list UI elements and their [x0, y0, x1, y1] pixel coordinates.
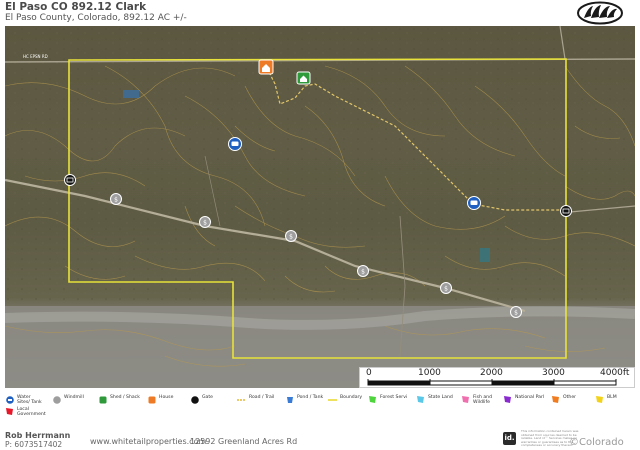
svg-text:$: $: [361, 269, 365, 276]
windmill-icon: [52, 395, 61, 404]
local-government-icon: [5, 407, 14, 416]
forest-service-icon: [368, 395, 377, 404]
pond: [123, 90, 139, 98]
shed-icon[interactable]: [296, 71, 311, 85]
windmill-icon[interactable]: $: [199, 216, 211, 228]
water-tank-icon: [5, 395, 14, 404]
legend-item-water-tank: Water Sites/ Tank: [5, 395, 43, 405]
legend-item-boundary: Boundary: [328, 395, 362, 404]
scale-bar: 0 1000 2000 3000 4000ft: [359, 367, 635, 388]
svg-text:$: $: [444, 286, 448, 293]
scale-label: 4000ft: [600, 368, 630, 378]
map-canvas[interactable]: HC EPSN RD $ $ $ $ $ $: [5, 26, 635, 388]
legend-item-road-trail: Road / Trail: [237, 395, 274, 404]
legend-item-windmill: Windmill: [52, 395, 84, 404]
svg-text:$: $: [514, 310, 518, 317]
water-tank-icon[interactable]: [467, 196, 481, 210]
land-id-logo: id.: [503, 432, 516, 445]
national-park-icon: [503, 395, 512, 404]
legend-item-other: Other: [551, 395, 576, 404]
shed-icon: [98, 395, 107, 404]
agent-phone: P: 6073517402: [5, 440, 63, 449]
gate-icon[interactable]: [560, 205, 572, 217]
windmill-icon[interactable]: $: [110, 193, 122, 205]
legend-item-state-land: State Land: [416, 395, 453, 404]
boundary-icon: [328, 395, 337, 404]
scale-label: 1000: [418, 368, 441, 378]
windmill-icon[interactable]: $: [510, 306, 522, 318]
pond: [480, 248, 490, 262]
scale-label: 3000: [542, 368, 565, 378]
gate-icon: [190, 395, 199, 404]
page-subtitle: El Paso County, Colorado, 892.12 AC +/-: [5, 13, 187, 23]
other-icon: [551, 395, 560, 404]
terrain-texture: [5, 26, 635, 306]
legend-item-gate: Gate: [190, 395, 213, 404]
road-label: HC EPSN RD: [23, 54, 48, 59]
svg-text:$: $: [289, 234, 293, 241]
map-legend: Water Sites/ Tank Windmill Shed / Shack …: [5, 392, 635, 422]
satellite-map[interactable]: HC EPSN RD $ $ $ $ $ $ 0 1000 2000 3000 …: [5, 26, 635, 388]
website-link[interactable]: www.whitetailproperties.com: [90, 437, 206, 446]
windmill-icon[interactable]: $: [357, 265, 369, 277]
legend-item-blm: BLM: [595, 395, 617, 404]
gate-icon[interactable]: [64, 174, 76, 186]
page-title: El Paso CO 892.12 Clark: [5, 1, 147, 13]
windmill-icon[interactable]: $: [285, 230, 297, 242]
legend-item-pond: Pond / Tank: [285, 395, 323, 404]
legend-item-national-park: National Parl: [503, 395, 544, 404]
legend-item-fish-wildlife: Fish and Wildlife: [461, 395, 495, 405]
legend-item-local-government: Local Government: [5, 407, 46, 417]
water-tank-icon[interactable]: [228, 137, 242, 151]
legend-item-house: House: [147, 395, 173, 404]
svg-text:$: $: [203, 220, 207, 227]
scale-label: 2000: [480, 368, 503, 378]
windmill-icon[interactable]: $: [440, 282, 452, 294]
svg-text:$: $: [114, 197, 118, 204]
fish-wildlife-icon: [461, 395, 470, 404]
legend-item-forest-service: Forest Servi: [368, 395, 407, 404]
watermark: ©Colorado: [569, 437, 624, 448]
blm-icon: [595, 395, 604, 404]
state-land-icon: [416, 395, 425, 404]
road-trail-icon: [237, 395, 246, 404]
scale-label: 0: [366, 368, 372, 378]
house-icon[interactable]: [258, 59, 274, 75]
office-address: 12592 Greenland Acres Rd: [190, 437, 298, 446]
pond-icon: [285, 395, 294, 404]
whitetail-logo-icon: [577, 1, 623, 25]
agent-name: Rob Herrmann: [5, 431, 71, 440]
house-icon: [147, 395, 156, 404]
legend-item-shed: Shed / Shack: [98, 395, 140, 404]
header: El Paso CO 892.12 Clark El Paso County, …: [0, 0, 640, 26]
